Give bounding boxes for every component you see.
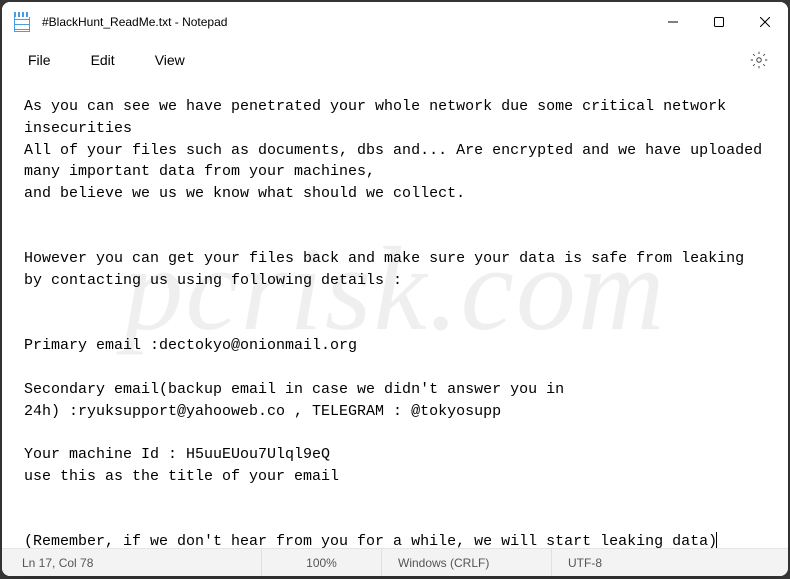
close-button[interactable] (742, 2, 788, 42)
menubar: File Edit View (2, 42, 788, 78)
statusbar: Ln 17, Col 78 100% Windows (CRLF) UTF-8 (2, 548, 788, 576)
notepad-window: #BlackHunt_ReadMe.txt - Notepad File Edi… (2, 2, 788, 576)
status-line-ending: Windows (CRLF) (382, 549, 552, 576)
menu-file[interactable]: File (16, 46, 63, 74)
titlebar[interactable]: #BlackHunt_ReadMe.txt - Notepad (2, 2, 788, 42)
status-cursor-position: Ln 17, Col 78 (2, 549, 262, 576)
maximize-button[interactable] (696, 2, 742, 42)
settings-button[interactable] (744, 45, 774, 75)
status-zoom[interactable]: 100% (262, 549, 382, 576)
menu-view[interactable]: View (143, 46, 197, 74)
window-title: #BlackHunt_ReadMe.txt - Notepad (42, 15, 650, 29)
minimize-button[interactable] (650, 2, 696, 42)
status-encoding: UTF-8 (552, 549, 788, 576)
menu-edit[interactable]: Edit (79, 46, 127, 74)
gear-icon (750, 51, 768, 69)
notepad-icon (14, 12, 30, 32)
text-cursor (716, 532, 717, 548)
maximize-icon (714, 17, 724, 27)
window-controls (650, 2, 788, 42)
document-text: As you can see we have penetrated your w… (24, 98, 771, 548)
minimize-icon (668, 17, 678, 27)
close-icon (760, 17, 770, 27)
text-editor-area[interactable]: As you can see we have penetrated your w… (2, 78, 788, 548)
